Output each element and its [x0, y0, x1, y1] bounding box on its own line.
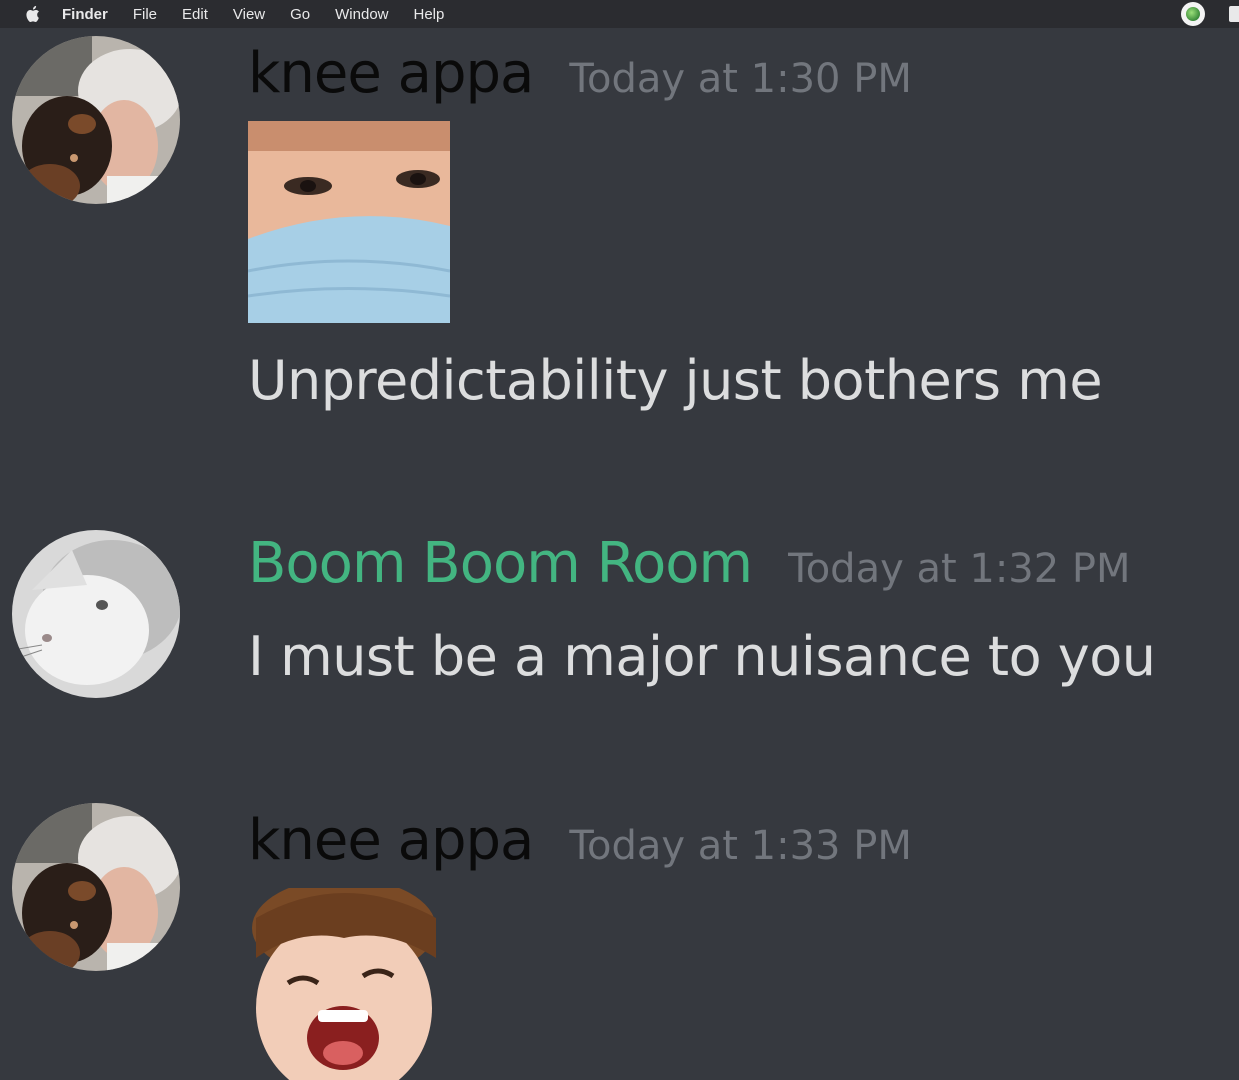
apple-icon[interactable]: [22, 3, 44, 25]
username[interactable]: Boom Boom Room: [248, 536, 753, 592]
notification-icon[interactable]: [1229, 6, 1239, 22]
image-attachment[interactable]: [248, 888, 450, 1080]
menu-finder[interactable]: Finder: [62, 6, 108, 23]
image-child-with-face-mask: [248, 121, 450, 323]
timestamp: Today at 1:32 PM: [788, 546, 1131, 592]
menu-bar: Finder File Edit View Go Window Help: [0, 0, 1239, 28]
message-item: Boom Boom Room Today at 1:32 PM I must b…: [0, 530, 1239, 710]
menu-file[interactable]: File: [133, 6, 157, 23]
message-text: Unpredictability just bothers me: [248, 349, 1103, 412]
menu-go[interactable]: Go: [290, 6, 310, 23]
image-laughing-man: [248, 888, 450, 1080]
username[interactable]: knee appa: [248, 46, 534, 102]
timestamp: Today at 1:30 PM: [569, 56, 912, 102]
menu-view[interactable]: View: [233, 6, 265, 23]
message-item: knee appa Today at 1:30 PM Unpredictabil…: [0, 36, 1239, 456]
avatar-person-kissing-dog-image: [12, 803, 180, 971]
image-attachment[interactable]: [248, 121, 450, 323]
menu-help[interactable]: Help: [414, 6, 445, 23]
avatar-white-cat-image: [12, 530, 180, 698]
user-avatar[interactable]: [12, 803, 180, 971]
app-status-icon[interactable]: [1181, 2, 1205, 26]
user-avatar[interactable]: [12, 530, 180, 698]
menu-edit[interactable]: Edit: [182, 6, 208, 23]
timestamp: Today at 1:33 PM: [569, 823, 912, 869]
message-item: knee appa Today at 1:33 PM: [0, 803, 1239, 1080]
menu-window[interactable]: Window: [335, 6, 388, 23]
user-avatar[interactable]: [12, 36, 180, 204]
avatar-person-kissing-dog-image: [12, 36, 180, 204]
username[interactable]: knee appa: [248, 813, 534, 869]
message-text: I must be a major nuisance to you: [248, 625, 1156, 688]
